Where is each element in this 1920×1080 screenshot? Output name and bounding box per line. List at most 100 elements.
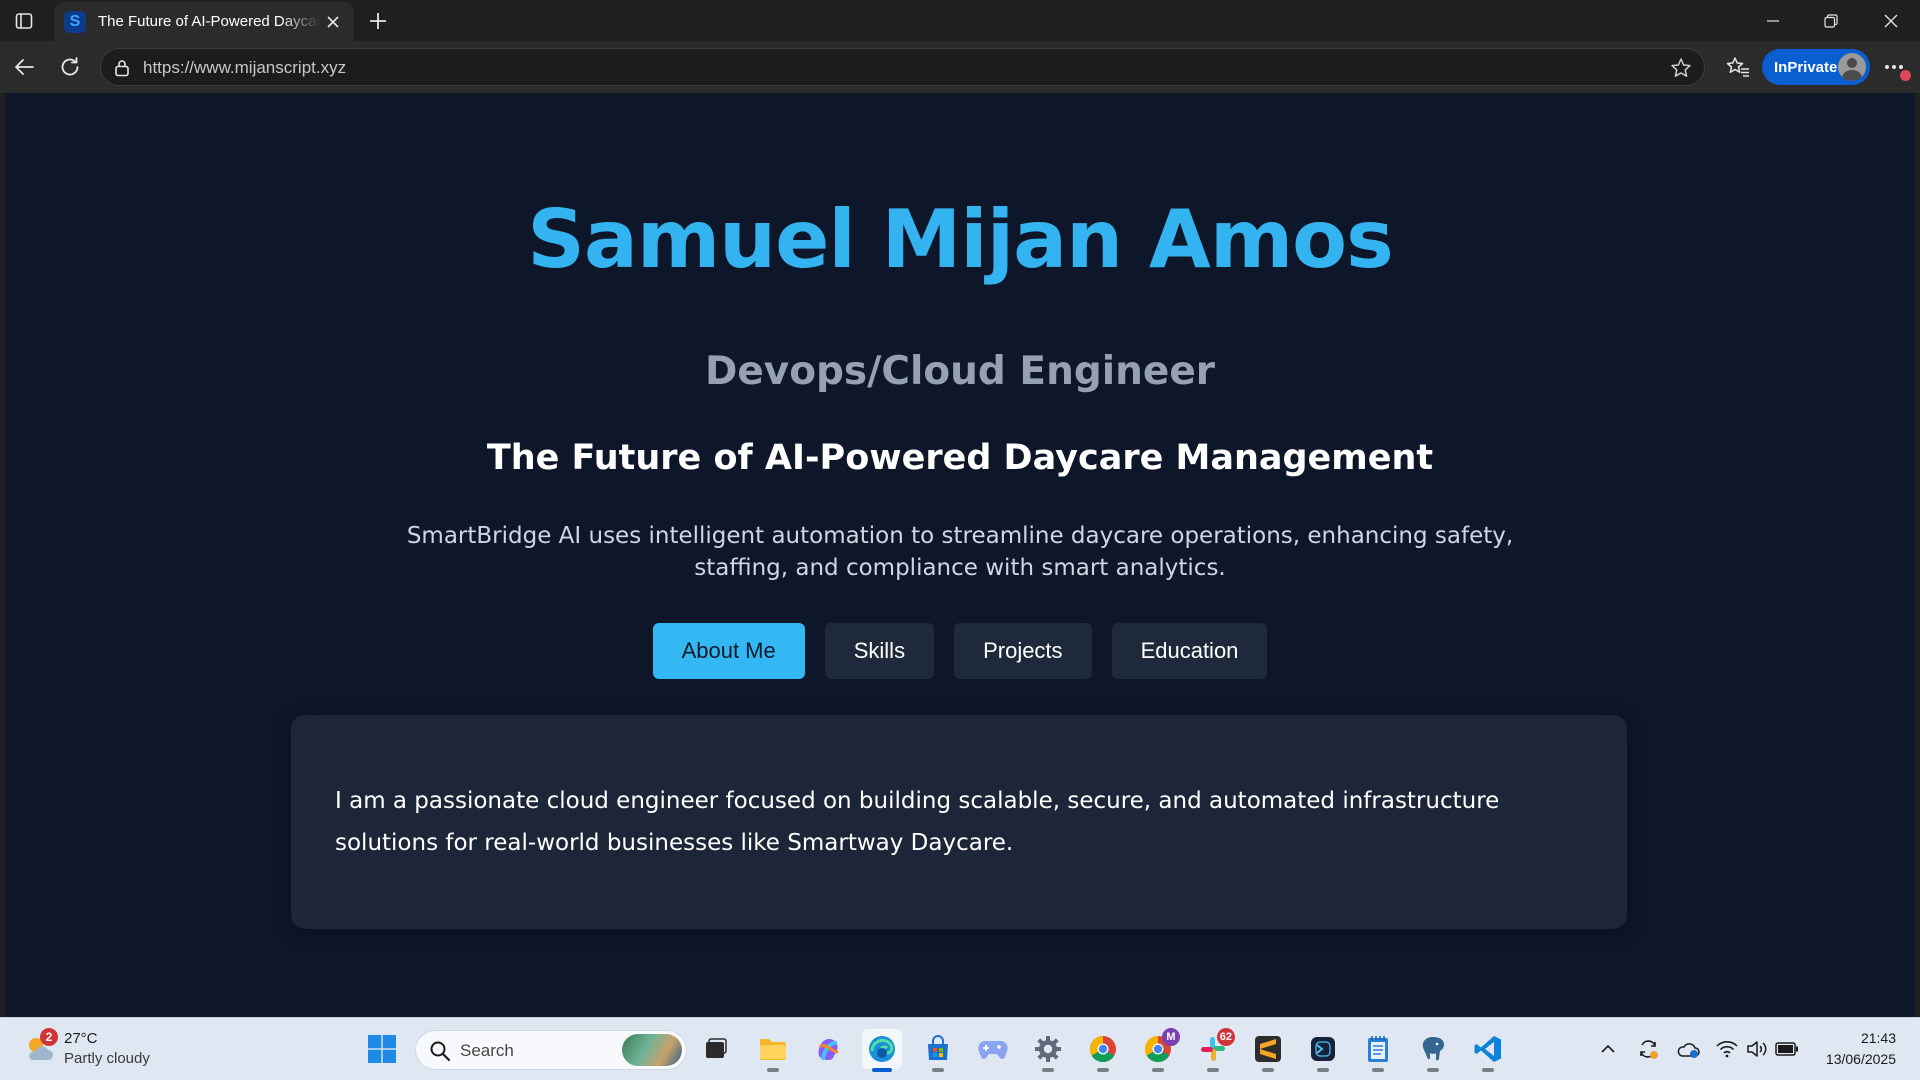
tab-actions-icon [15,13,33,29]
hero-description: SmartBridge AI uses intelligent automati… [406,523,1514,581]
active-indicator [872,1068,892,1072]
notification-dot-icon [1900,70,1911,81]
page-viewport: Samuel Mijan Amos Devops/Cloud Engineer … [5,93,1915,1017]
inprivate-profile-button[interactable]: InPrivate [1762,49,1870,85]
inprivate-label: InPrivate [1774,58,1838,76]
add-favorite-button[interactable] [1668,55,1694,81]
plus-icon [370,13,386,29]
notepad-icon [1368,1036,1388,1062]
back-button[interactable] [6,49,42,85]
microsoft-store-button[interactable] [918,1029,958,1072]
copilot-button[interactable] [808,1029,848,1069]
tab-close-button[interactable] [322,11,344,33]
speaker-icon [1747,1041,1767,1057]
weather-alert-badge: 2 [40,1028,58,1046]
sublime-text-button[interactable] [1248,1029,1288,1072]
start-button[interactable] [362,1029,402,1069]
chevron-up-icon [1601,1044,1615,1053]
hero-headline: The Future of AI-Powered Daycare Managem… [486,438,1434,478]
settings-more-button[interactable] [1876,49,1912,85]
browser-title-bar: S The Future of AI-Powered Daycare Manag… [0,0,1920,41]
weather-widget[interactable]: 2 27°C Partly cloudy [20,1028,220,1072]
taskbar-search[interactable]: Search [415,1030,687,1070]
chrome-icon [1089,1035,1116,1063]
onedrive-tray-button[interactable] [1674,1035,1702,1063]
search-icon [430,1041,451,1062]
site-favicon-icon: S [64,10,86,33]
battery-charging-icon [1775,1042,1798,1056]
copilot-icon [818,1039,839,1061]
terminal-app-button[interactable] [1303,1029,1343,1072]
slack-button[interactable]: 62 [1193,1028,1235,1072]
running-indicator [1372,1068,1384,1072]
tab-education[interactable]: Education [1111,623,1268,679]
minimize-button[interactable] [1744,0,1802,41]
tab-about-me[interactable]: About Me [652,623,805,679]
running-indicator [1042,1068,1054,1072]
file-explorer-button[interactable] [753,1029,793,1072]
wifi-icon [1716,1041,1738,1058]
lock-icon [115,60,129,77]
new-tab-button[interactable] [362,5,394,37]
vscode-button[interactable] [1468,1029,1508,1072]
about-me-card: I am a passionate cloud engineer focused… [291,715,1627,929]
edge-icon [869,1036,895,1062]
restore-button[interactable] [1802,0,1860,41]
running-indicator [1152,1068,1164,1072]
elephant-icon [1422,1037,1444,1061]
running-indicator [932,1068,944,1072]
refresh-icon [61,57,79,76]
weather-temperature: 27°C [64,1030,98,1047]
sync-tray-button[interactable] [1634,1035,1662,1063]
arrow-left-icon [15,59,34,75]
favorites-icon [1726,57,1749,77]
running-indicator [1097,1068,1109,1072]
tab-actions-button[interactable] [6,6,42,36]
avatar [1838,53,1866,81]
search-highlight-image [622,1034,682,1066]
browser-tab-active[interactable]: S The Future of AI-Powered Daycare Manag… [54,2,354,41]
close-icon [1884,14,1898,27]
search-placeholder: Search [460,1041,514,1060]
address-bar[interactable]: https://www.mijanscript.xyz [100,48,1705,86]
running-indicator [1317,1068,1329,1072]
edge-browser-button[interactable] [862,1029,902,1072]
unread-count-badge: 62 [1216,1028,1235,1046]
section-tabs: About Me Skills Projects Education [5,623,1915,679]
clock-date: 13/06/2025 [1825,1051,1896,1067]
url-text[interactable]: https://www.mijanscript.xyz [143,58,346,78]
clock-time: 21:43 [1860,1030,1896,1046]
tab-skills[interactable]: Skills [824,623,935,679]
close-window-button[interactable] [1862,0,1920,41]
chrome-button[interactable] [1083,1029,1123,1072]
folder-icon [760,1039,786,1060]
sublime-text-icon [1255,1036,1281,1062]
minimize-icon [1767,19,1779,22]
favorites-button[interactable] [1720,49,1756,85]
settings-button[interactable] [1028,1029,1068,1072]
game-bar-button[interactable] [973,1029,1013,1069]
windows-taskbar: 2 27°C Partly cloudy Search M 62 21:43 1… [0,1017,1920,1080]
volume-button[interactable] [1743,1035,1771,1063]
network-button[interactable] [1713,1035,1741,1063]
running-indicator [1262,1068,1274,1072]
postgresql-button[interactable] [1413,1029,1453,1072]
battery-button[interactable] [1773,1035,1801,1063]
show-hidden-icons-button[interactable] [1594,1035,1622,1063]
running-indicator [767,1068,779,1072]
site-info-button[interactable] [112,58,132,78]
refresh-button[interactable] [52,49,88,85]
tab-projects[interactable]: Projects [954,623,1092,679]
hero-name: Samuel Mijan Amos [527,193,1394,286]
hero-role: Devops/Cloud Engineer [704,349,1216,394]
chrome-profile-button[interactable]: M [1138,1028,1180,1072]
star-icon [1671,58,1691,77]
weather-condition: Partly cloudy [64,1050,150,1067]
windows-logo-icon [368,1035,396,1063]
task-view-button[interactable] [696,1029,736,1069]
running-indicator [1207,1068,1219,1072]
notepad-button[interactable] [1358,1029,1398,1072]
running-indicator [1427,1068,1439,1072]
sync-icon [1640,1040,1658,1059]
task-view-icon [706,1038,727,1058]
